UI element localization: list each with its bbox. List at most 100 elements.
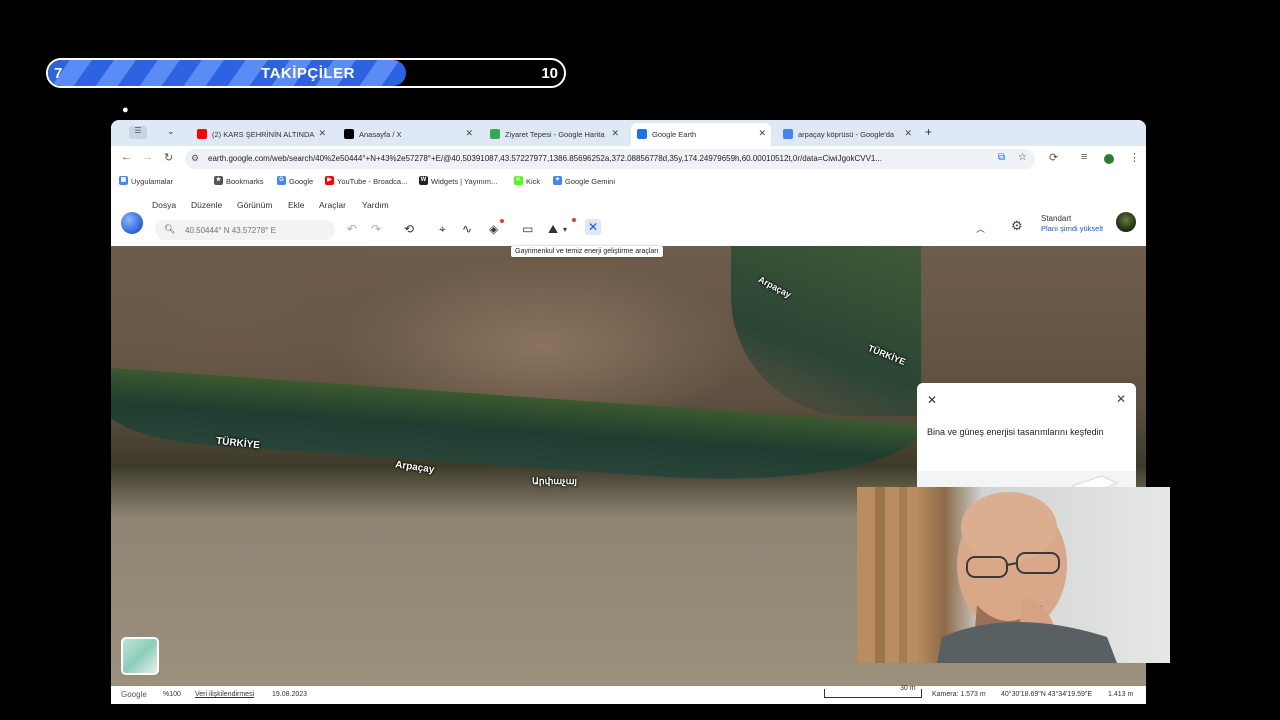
bookmark-item[interactable]: ▦ Uygulamalar <box>119 176 174 186</box>
measure-icon[interactable]: ▭ <box>522 222 533 236</box>
tab-label: arpaçay köprüsü - Google'da <box>798 130 895 139</box>
browser-tab[interactable]: Anasayfa / X ✕ <box>338 123 478 146</box>
close-tab-icon[interactable]: ✕ <box>318 128 326 139</box>
close-tab-icon[interactable]: ✕ <box>904 128 912 139</box>
google-wordmark: Google <box>121 690 147 699</box>
tab-label: Google Earth <box>652 130 697 139</box>
search-input[interactable] <box>185 222 325 238</box>
bookmark-item[interactable]: W Widgets | Yayınım... <box>419 176 497 186</box>
bookmark-star-icon[interactable]: ☆ <box>1018 152 1027 163</box>
reload-icon[interactable]: ↻ <box>164 151 173 164</box>
layers-icon[interactable]: ◈ <box>489 222 498 236</box>
bookmark-item[interactable]: ✦ Google Gemini <box>553 176 616 186</box>
bookmark-item[interactable]: ▶ YouTube - Broadca... <box>325 176 408 186</box>
back-icon[interactable]: ← <box>121 151 132 163</box>
notification-dot <box>572 218 576 222</box>
browser-tab[interactable]: Ziyaret Tepesi - Google Harita ✕ <box>484 123 624 146</box>
placemark-icon[interactable]: ⌖ <box>439 222 446 237</box>
data-attribution-link[interactable]: Veri ilişkilendirmesi <box>195 691 254 698</box>
earth-icon <box>637 129 647 139</box>
menu-item[interactable]: Yardım <box>362 200 389 210</box>
search-icon: 🔍︎ <box>164 224 176 234</box>
browser-tab[interactable]: (2) KARS ŞEHRİNİN ALTINDA ✕ <box>191 123 331 146</box>
widgets-icon: W <box>419 176 428 185</box>
kick-icon: K <box>514 176 523 185</box>
plan-name: Standart <box>1041 214 1072 223</box>
navigation-bar: ← → ↻ ⚙ earth.google.com/web/search/40%2… <box>111 146 1146 172</box>
maps-icon <box>490 129 500 139</box>
bookmark-label: YouTube - Broadca... <box>337 177 408 186</box>
bookmark-item[interactable]: K Kick <box>514 176 541 186</box>
imagery-date: 19.08.2023 <box>272 691 308 698</box>
earth-toolbar: Dosya Düzenle Görünüm Ekle Araçlar Yardım 🔍︎ … <box>111 192 1146 246</box>
menu-item[interactable]: Görünüm <box>237 200 272 210</box>
webcam-controls <box>977 659 1127 663</box>
browser-tab[interactable]: arpaçay köprüsü - Google'da ✕ <box>777 123 917 146</box>
media-icon[interactable]: ≡ <box>1081 151 1087 163</box>
tab-search-chevron-icon[interactable]: ⌄ <box>167 126 175 137</box>
elevation-readout: 1.413 m <box>1108 691 1134 698</box>
profile-icon[interactable] <box>1104 154 1114 164</box>
gear-icon[interactable]: ⚙ <box>1011 218 1023 234</box>
bookmark-label: Kick <box>526 177 541 186</box>
chevron-up-icon[interactable]: ︿ <box>976 222 985 235</box>
google-icon: G <box>277 176 286 185</box>
avatar[interactable] <box>1116 212 1136 232</box>
youtube-icon: ▶ <box>325 176 334 185</box>
menu-item[interactable]: Düzenle <box>191 200 222 210</box>
search-box[interactable]: 🔍︎ <box>155 220 335 240</box>
redo-icon[interactable]: ↷ <box>371 222 381 236</box>
bookmark-label: Uygulamalar <box>131 177 174 186</box>
path-icon[interactable]: ∿ <box>462 222 472 236</box>
bookmark-label: Google Gemini <box>565 177 616 186</box>
tab-label: Anasayfa / X <box>359 130 402 139</box>
close-tab-icon[interactable]: ✕ <box>758 128 766 139</box>
extensions-icon[interactable]: ⟳ <box>1049 151 1058 164</box>
bookmark-item[interactable]: G Google <box>277 176 314 186</box>
status-bar: Google %100 Veri ilişkilendirmesi 19.08.… <box>111 685 1146 704</box>
browser-menu-icon[interactable]: ⋮ <box>1129 151 1140 164</box>
menu-item[interactable]: Araçlar <box>319 200 346 210</box>
tab-groups-icon[interactable]: ☰ <box>129 126 147 139</box>
map-label-armenian: Արփաչայ <box>532 476 577 486</box>
project-tools-icon[interactable]: ✕ <box>585 219 601 235</box>
browser-tab[interactable]: Google Earth ✕ <box>631 123 771 146</box>
coordinates-readout: 40°30'18.69"N 43°34'19.59"E <box>1001 691 1093 698</box>
install-app-icon[interactable]: ⧉ <box>998 152 1005 163</box>
zoom-level: %100 <box>163 691 181 698</box>
history-icon[interactable]: ⟲ <box>404 222 414 236</box>
bookmark-label: Bookmarks <box>226 177 264 186</box>
star-icon: ★ <box>214 176 223 185</box>
x-icon <box>344 129 354 139</box>
map-style-button[interactable] <box>121 637 159 675</box>
new-tab-button[interactable]: + <box>925 125 932 139</box>
bookmark-label: Google <box>289 177 314 186</box>
follower-target-count: 10 <box>541 65 558 82</box>
google-icon <box>783 129 793 139</box>
forward-icon[interactable]: → <box>142 151 153 163</box>
tab-bar: ☰ ⌄ (2) KARS ŞEHRİNİN ALTINDA ✕ Anasayfa /… <box>111 120 1146 146</box>
menu-item[interactable]: Ekle <box>288 200 305 210</box>
tooltip: Gayrimenkul ve temiz enerji geliştirme a… <box>511 246 663 257</box>
close-tab-icon[interactable]: ✕ <box>611 128 619 139</box>
webcam-person-illustration <box>857 487 1117 663</box>
map-label-river: Arpaçay <box>394 459 436 476</box>
notification-dot <box>500 219 504 223</box>
apps-grid-icon: ▦ <box>119 176 128 185</box>
apple-logo-icon: ● <box>122 104 129 116</box>
close-icon[interactable]: ✕ <box>1116 392 1126 406</box>
address-bar[interactable]: ⚙ earth.google.com/web/search/40%2e50444… <box>185 149 1035 169</box>
map-style-icon[interactable]: ⛰ <box>548 222 558 237</box>
site-info-icon[interactable]: ⚙ <box>191 153 199 164</box>
chevron-down-icon[interactable]: ▾ <box>563 225 567 234</box>
bookmarks-bar: ▦ Uygulamalar ★ Bookmarks G Google ▶ YouTube - … <box>111 172 1146 192</box>
url-text[interactable]: earth.google.com/web/search/40%2e50444°+… <box>208 154 978 163</box>
tab-label: (2) KARS ŞEHRİNİN ALTINDA <box>212 130 315 139</box>
google-earth-logo-icon[interactable] <box>121 212 143 234</box>
undo-icon[interactable]: ↶ <box>347 222 357 236</box>
upgrade-plan-link[interactable]: Planı şimdi yükselt <box>1041 224 1103 233</box>
bookmark-item[interactable]: ★ Bookmarks <box>214 176 264 186</box>
menu-item[interactable]: Dosya <box>152 200 176 210</box>
close-tab-icon[interactable]: ✕ <box>465 128 473 139</box>
webcam-overlay <box>857 487 1170 663</box>
